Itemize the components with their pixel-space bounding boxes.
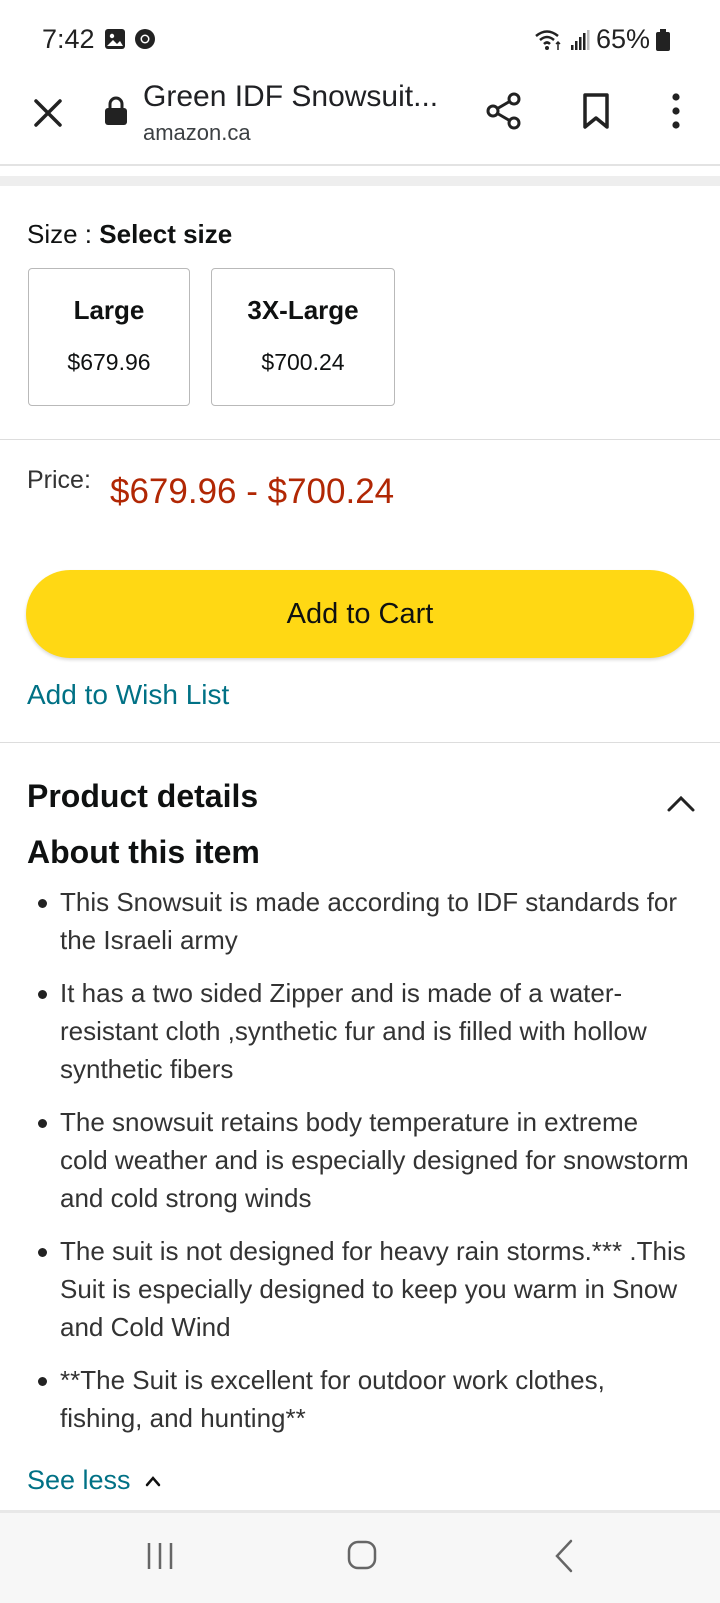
section-separator [0,176,720,186]
back-icon[interactable] [553,1538,575,1574]
price-label: Price: [27,466,91,494]
wifi-icon [535,29,561,50]
close-icon[interactable] [28,93,68,133]
list-item: **The Suit is excellent for outdoor work… [32,1361,692,1437]
list-item: This Snowsuit is made according to IDF s… [32,883,692,959]
price-range: $679.96 - $700.24 [110,472,395,511]
more-options-icon[interactable] [664,91,688,131]
size-option-name: 3X-Large [247,295,359,325]
list-item: The snowsuit retains body temperature in… [32,1103,692,1217]
status-time: 7:42 [42,24,95,54]
page-url[interactable]: amazon.ca [143,120,251,146]
divider [0,439,720,440]
battery-percent: 65% [595,24,650,54]
recent-apps-icon[interactable] [145,1539,175,1573]
list-item: It has a two sided Zipper and is made of… [32,974,692,1088]
status-bar: 7:42 65% [0,0,720,74]
about-bullet-list: This Snowsuit is made according to IDF s… [32,883,692,1452]
system-nav-bar [0,1510,720,1603]
size-label-text: Size : [27,219,93,249]
chrome-icon [135,29,155,49]
browser-toolbar: Green IDF Snowsuit... amazon.ca [0,74,720,166]
size-option-3x-large[interactable]: 3X-Large $700.24 [211,268,395,406]
add-to-cart-button[interactable]: Add to Cart [26,570,694,658]
size-label: Size : Select size [27,219,232,250]
size-option-large[interactable]: Large $679.96 [28,268,190,406]
divider [0,742,720,743]
product-details-heading[interactable]: Product details [27,778,258,815]
size-selected: Select size [99,219,233,249]
size-option-price: $700.24 [261,349,345,375]
status-right: 65% [534,24,670,55]
share-icon[interactable] [484,91,524,131]
see-less-link[interactable]: See less [27,1465,161,1496]
list-item: The suit is not designed for heavy rain … [32,1232,692,1346]
see-less-label: See less [27,1465,131,1495]
size-option-name: Large [73,295,145,325]
chevron-up-icon[interactable] [666,793,696,813]
size-option-price: $679.96 [67,349,151,375]
signal-icon [570,29,590,50]
add-to-wish-list-link[interactable]: Add to Wish List [27,679,229,711]
gallery-icon [105,29,125,49]
page-title[interactable]: Green IDF Snowsuit... [143,80,438,114]
battery-icon [656,28,670,51]
about-this-item-heading: About this item [27,834,260,870]
bookmark-icon[interactable] [578,91,614,131]
chevron-up-icon [145,1475,160,1486]
home-icon[interactable] [346,1538,378,1572]
lock-icon [105,96,127,125]
